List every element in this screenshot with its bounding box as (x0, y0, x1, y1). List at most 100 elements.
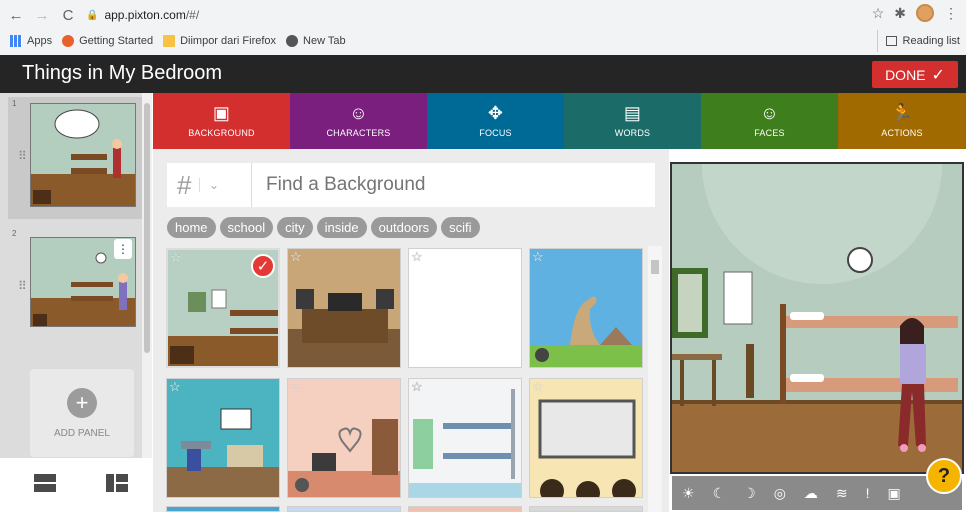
contrast-icon[interactable]: ◎ (774, 485, 786, 502)
tag-school[interactable]: school (219, 217, 274, 238)
tab-words[interactable]: ▤ WORDS (564, 93, 701, 149)
bookmark-getting-started[interactable]: Getting Started (62, 35, 153, 47)
reading-list-label: Reading list (902, 35, 960, 47)
tab-background[interactable]: ▣ BACKGROUND (153, 93, 290, 149)
sun-icon[interactable]: ☀ (682, 485, 695, 502)
browser-menu-icon[interactable]: ⋮ (944, 5, 958, 22)
bookmark-label: Diimpor dari Firefox (180, 35, 277, 47)
bookmark-apps[interactable]: Apps (10, 35, 52, 47)
favorite-star-icon[interactable]: ☆ (532, 249, 544, 265)
background-tile-dinosaurs[interactable]: ☆ (529, 248, 643, 368)
background-tile-courtroom[interactable]: ☆ (287, 248, 401, 368)
exclaim-icon[interactable]: ! (866, 485, 870, 501)
layout-grid-icon[interactable] (106, 472, 130, 494)
tab-faces[interactable]: ☺ FACES (701, 93, 838, 149)
bookmark-folder-firefox[interactable]: Diimpor dari Firefox (163, 35, 276, 47)
add-panel-button[interactable]: + ADD PANEL (30, 369, 134, 457)
profile-avatar[interactable] (916, 4, 934, 22)
camera-icon[interactable]: ▣ (888, 485, 901, 502)
tab-label: BACKGROUND (188, 128, 255, 138)
back-icon[interactable]: ← (6, 5, 26, 25)
app-header: Things in My Bedroom DONE ✓ (0, 55, 966, 93)
forward-icon[interactable]: → (32, 5, 52, 25)
tag-outdoors[interactable]: outdoors (370, 217, 438, 238)
speech-icon: ▤ (623, 103, 642, 123)
checkmark-icon: ✓ (931, 66, 945, 84)
panel-list-scrollbar[interactable] (142, 93, 152, 458)
scrollbar-thumb[interactable] (144, 103, 150, 353)
panel-number: 2 (12, 229, 17, 238)
background-tile-partial[interactable] (529, 506, 643, 512)
search-input[interactable] (251, 163, 651, 207)
layout-rows-icon[interactable] (34, 472, 58, 494)
background-gallery: # ⌄ home school city inside outdoors sci… (153, 149, 669, 512)
selected-check-icon: ✓ (251, 254, 275, 278)
dinosaur-thumbnail (530, 249, 642, 367)
favorite-star-icon[interactable]: ☆ (411, 379, 423, 395)
background-tile-classroom[interactable]: ☆ (529, 378, 643, 498)
kids-room-thumbnail (167, 379, 279, 497)
chevron-down-icon[interactable]: ⌄ (199, 178, 227, 192)
reload-icon[interactable]: C (58, 5, 78, 25)
comic-title[interactable]: Things in My Bedroom (22, 62, 222, 85)
layout-toolbar (0, 458, 152, 512)
favorite-star-icon[interactable]: ☆ (170, 250, 182, 266)
bookmark-star-icon[interactable]: ☆ (872, 5, 885, 22)
moon-icon[interactable]: ☾ (713, 485, 726, 502)
extensions-icon[interactable]: ✱ (894, 5, 906, 22)
browser-nav-row: ← → C 🔒 app.pixton.com/#/ ☆ ✱ ⋮ (0, 0, 966, 30)
plus-icon: + (67, 387, 97, 418)
browser-toolbar-right: ☆ ✱ ⋮ (872, 4, 958, 22)
panel-preview[interactable] (670, 162, 964, 474)
favorite-star-icon[interactable]: ☆ (532, 379, 544, 395)
drag-handle-icon[interactable]: ⠿ (18, 279, 27, 293)
tag-scifi[interactable]: scifi (441, 217, 480, 238)
scrollbar-thumb[interactable] (651, 260, 659, 274)
done-button[interactable]: DONE ✓ (872, 61, 958, 88)
reading-list[interactable]: Reading list (876, 30, 960, 52)
favorite-star-icon[interactable]: ☆ (169, 379, 181, 395)
firefox-icon (62, 35, 75, 47)
address-bar[interactable]: 🔒 app.pixton.com/#/ (86, 4, 866, 26)
gallery-scrollbar[interactable] (648, 246, 662, 512)
preview-toolbar: ☀ ☾ ☽ ◎ ☁ ≋ ! ▣ (672, 476, 962, 510)
hash-icon[interactable]: # (177, 170, 191, 201)
background-search: # ⌄ (167, 163, 655, 207)
background-tile-bunk-room[interactable]: ☆ (408, 378, 522, 498)
favorite-star-icon[interactable]: ☆ (290, 379, 302, 395)
panel-menu-button[interactable]: ⋮ (114, 239, 132, 259)
swirl-icon[interactable]: ≋ (836, 485, 848, 502)
background-tile-partial[interactable] (287, 506, 401, 512)
tag-list: home school city inside outdoors scifi (167, 217, 480, 238)
tag-inside[interactable]: inside (316, 217, 367, 238)
favorite-star-icon[interactable]: ☆ (411, 249, 423, 265)
weather-icon[interactable]: ☁ (804, 485, 818, 502)
background-tile-kids-room[interactable]: ☆ (166, 378, 280, 498)
panel-thumb-2[interactable]: 2 ⠿ ⋮ (8, 227, 146, 349)
tag-city[interactable]: city (277, 217, 313, 238)
panel-thumb-1[interactable]: 1 ⠿ (8, 97, 146, 219)
background-tile-partial[interactable] (166, 506, 280, 512)
reading-list-icon (885, 36, 897, 46)
tab-actions[interactable]: 🏃 ACTIONS (838, 93, 966, 149)
folder-icon (163, 35, 176, 47)
bunk-room-thumbnail (409, 379, 521, 497)
tab-label: CHARACTERS (326, 128, 391, 138)
background-tile-pink-bedroom[interactable]: ☆ (287, 378, 401, 498)
background-tile-bedroom[interactable]: ☆ ✓ (166, 248, 280, 368)
background-tile-blank[interactable]: ☆ (408, 248, 522, 368)
panel-scene-1 (31, 104, 135, 206)
running-icon: 🏃 (890, 103, 914, 123)
background-tile-partial[interactable] (408, 506, 522, 512)
image-icon: ▣ (212, 103, 231, 123)
tag-home[interactable]: home (167, 217, 216, 238)
move-icon: ✥ (487, 103, 504, 123)
tab-label: WORDS (614, 128, 651, 138)
tab-focus[interactable]: ✥ FOCUS (427, 93, 564, 149)
moon-dark-icon[interactable]: ☽ (743, 485, 756, 502)
drag-handle-icon[interactable]: ⠿ (18, 149, 27, 163)
tab-characters[interactable]: ☺ CHARACTERS (290, 93, 427, 149)
help-button[interactable]: ? (926, 458, 962, 494)
bookmark-new-tab[interactable]: New Tab (286, 35, 346, 47)
favorite-star-icon[interactable]: ☆ (290, 249, 302, 265)
